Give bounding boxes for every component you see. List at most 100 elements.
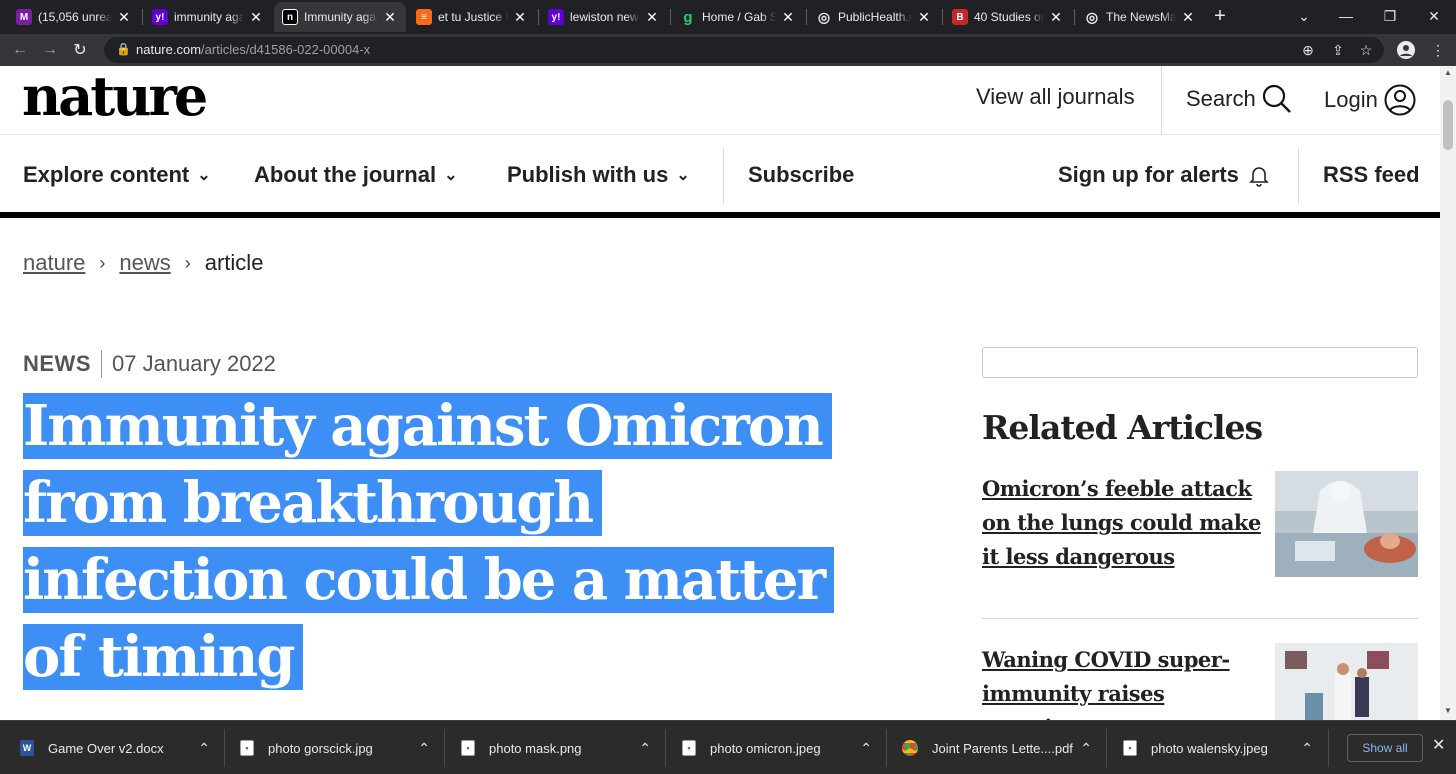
nav-sign-up-alerts[interactable]: Sign up for alerts	[1058, 162, 1271, 188]
close-tab-icon[interactable]: ✕	[248, 9, 264, 26]
nav-rss-feed[interactable]: RSS feed	[1323, 162, 1420, 188]
close-tab-icon[interactable]: ✕	[116, 9, 132, 26]
browser-toolbar: ← → ↻ 🔒 nature.com/articles/d41586-022-0…	[0, 34, 1456, 66]
download-item[interactable]: ▪ photo gorscick.jpg ⌃	[240, 721, 440, 774]
close-tab-icon[interactable]: ✕	[780, 9, 796, 26]
web-page: nature View all journals Search Login Ex…	[0, 66, 1440, 720]
nature-logo[interactable]: nature	[22, 66, 208, 128]
image-file-icon: ▪	[682, 740, 696, 756]
browser-tab-active[interactable]: n Immunity against ✕	[274, 2, 406, 32]
search-link[interactable]: Search	[1186, 84, 1292, 114]
chevron-up-icon[interactable]: ⌃	[1080, 740, 1092, 757]
back-button[interactable]: ←	[8, 38, 32, 62]
chevron-down-icon: ⌄	[197, 167, 211, 184]
sidebar-search-input[interactable]	[982, 347, 1418, 378]
article-headline: Immunity against Omicron from breakthrou…	[23, 388, 843, 696]
chevron-right-icon: ›	[99, 252, 106, 273]
scroll-down-arrow-icon[interactable]: ▼	[1444, 706, 1452, 715]
tab-search-chevron-icon[interactable]: ⌄	[1282, 0, 1326, 32]
show-all-downloads-button[interactable]: Show all	[1347, 734, 1423, 762]
article-date: 07 January 2022	[112, 351, 276, 376]
download-item[interactable]: ▪ photo mask.png ⌃	[461, 721, 661, 774]
substack-icon: ≡	[416, 9, 432, 25]
gmail-icon: M	[16, 9, 32, 25]
address-bar[interactable]: 🔒 nature.com/articles/d41586-022-00004-x…	[104, 37, 1384, 63]
related-article-thumbnail[interactable]	[1275, 471, 1418, 577]
search-icon	[1262, 84, 1291, 113]
headline-line: Immunity against Omicron	[23, 393, 832, 459]
browser-tab[interactable]: y! lewiston new ✕	[540, 2, 668, 32]
chevron-up-icon[interactable]: ⌃	[1301, 740, 1313, 757]
view-all-journals-link[interactable]: View all journals	[976, 84, 1135, 110]
login-link[interactable]: Login	[1324, 84, 1416, 116]
related-article-link[interactable]: Omicron’s feeble attack on the lungs cou…	[982, 472, 1272, 574]
close-tab-icon[interactable]: ✕	[512, 9, 528, 26]
breadcrumb-article: article	[204, 250, 264, 275]
yahoo-icon: y!	[152, 9, 168, 25]
browser-tab[interactable]: ≡ et tu Justice Br ✕	[408, 2, 536, 32]
article-type: NEWS	[23, 351, 91, 376]
image-file-icon: ▪	[240, 740, 254, 756]
browser-tab[interactable]: M (15,056 unread) ✕	[8, 2, 140, 32]
close-tab-icon[interactable]: ✕	[916, 9, 932, 26]
word-doc-icon: W	[20, 740, 34, 756]
download-item[interactable]: ▪ photo walensky.jpeg ⌃	[1123, 721, 1323, 774]
share-icon[interactable]: ⇪	[1326, 38, 1350, 62]
brownstone-icon: B	[952, 9, 968, 25]
restore-button[interactable]: ❐	[1368, 0, 1412, 32]
close-tab-icon[interactable]: ✕	[1048, 9, 1064, 26]
bell-icon	[1248, 167, 1269, 187]
zoom-icon[interactable]: ⊕	[1296, 38, 1320, 62]
bookmark-star-icon[interactable]: ☆	[1354, 38, 1378, 62]
chrome-menu-icon[interactable]: ⋮	[1426, 38, 1450, 62]
nav-explore-content[interactable]: Explore content ⌄	[23, 162, 211, 188]
forward-button[interactable]: →	[38, 38, 62, 62]
close-tab-icon[interactable]: ✕	[644, 9, 660, 26]
globe-icon: ◎	[817, 8, 831, 25]
chrome-pdf-icon	[902, 740, 918, 756]
url-path: /articles/d41586-022-00004-x	[201, 42, 371, 57]
close-tab-icon[interactable]: ✕	[382, 9, 398, 26]
download-item[interactable]: Joint Parents Lette....pdf ⌃	[902, 721, 1102, 774]
related-article-link[interactable]: Waning COVID super-immunity raises quest…	[982, 643, 1272, 720]
article-meta: NEWS 07 January 2022	[23, 350, 276, 378]
image-file-icon: ▪	[1123, 740, 1137, 756]
browser-tab[interactable]: ◎ The NewsMak ✕	[1076, 2, 1204, 32]
close-shelf-icon[interactable]: ✕	[1432, 735, 1445, 755]
download-item[interactable]: ▪ photo omicron.jpeg ⌃	[682, 721, 882, 774]
reload-button[interactable]: ↻	[68, 38, 92, 62]
breadcrumb-news[interactable]: news	[119, 250, 170, 276]
lock-icon[interactable]: 🔒	[116, 42, 131, 56]
chevron-up-icon[interactable]: ⌃	[198, 740, 210, 757]
nav-publish-with-us[interactable]: Publish with us ⌄	[507, 162, 690, 188]
chevron-up-icon[interactable]: ⌃	[639, 740, 651, 757]
breadcrumb-nature[interactable]: nature	[23, 250, 85, 276]
scrollbar-thumb[interactable]	[1443, 100, 1453, 150]
window-close-button[interactable]: ✕	[1412, 0, 1456, 32]
chevron-up-icon[interactable]: ⌃	[418, 740, 430, 757]
headline-line: of timing	[23, 624, 304, 690]
new-tab-button[interactable]: +	[1198, 0, 1242, 32]
related-articles-heading: Related Articles	[982, 408, 1263, 447]
browser-tab-strip: M (15,056 unread) ✕ y! immunity against …	[0, 0, 1456, 34]
image-file-icon: ▪	[461, 740, 475, 756]
download-shelf: W Game Over v2.docx ⌃ ▪ photo gorscick.j…	[0, 720, 1456, 774]
related-article-thumbnail[interactable]	[1275, 643, 1418, 720]
nav-about-the-journal[interactable]: About the journal ⌄	[254, 162, 458, 188]
nav-subscribe[interactable]: Subscribe	[748, 162, 854, 188]
chevron-up-icon[interactable]: ⌃	[860, 740, 872, 757]
browser-tab[interactable]: g Home / Gab S ✕	[672, 2, 804, 32]
browser-tab[interactable]: ◎ PublicHealth.n ✕	[808, 2, 940, 32]
profile-avatar-icon[interactable]	[1394, 38, 1418, 62]
minimize-button[interactable]: —	[1324, 0, 1368, 32]
close-tab-icon[interactable]: ✕	[1180, 9, 1196, 26]
browser-tab[interactable]: y! immunity against ✕	[144, 2, 272, 32]
scroll-up-arrow-icon[interactable]: ▲	[1444, 68, 1452, 77]
breadcrumb: nature › news › article	[23, 250, 263, 276]
browser-tab[interactable]: B 40 Studies on ✕	[944, 2, 1072, 32]
page-scrollbar[interactable]: ▲ ▼	[1440, 66, 1456, 720]
nature-icon: n	[282, 9, 298, 25]
download-item[interactable]: W Game Over v2.docx ⌃	[20, 721, 220, 774]
headline-line: from breakthrough	[23, 470, 603, 536]
headline-line: infection could be a matter	[23, 547, 835, 613]
